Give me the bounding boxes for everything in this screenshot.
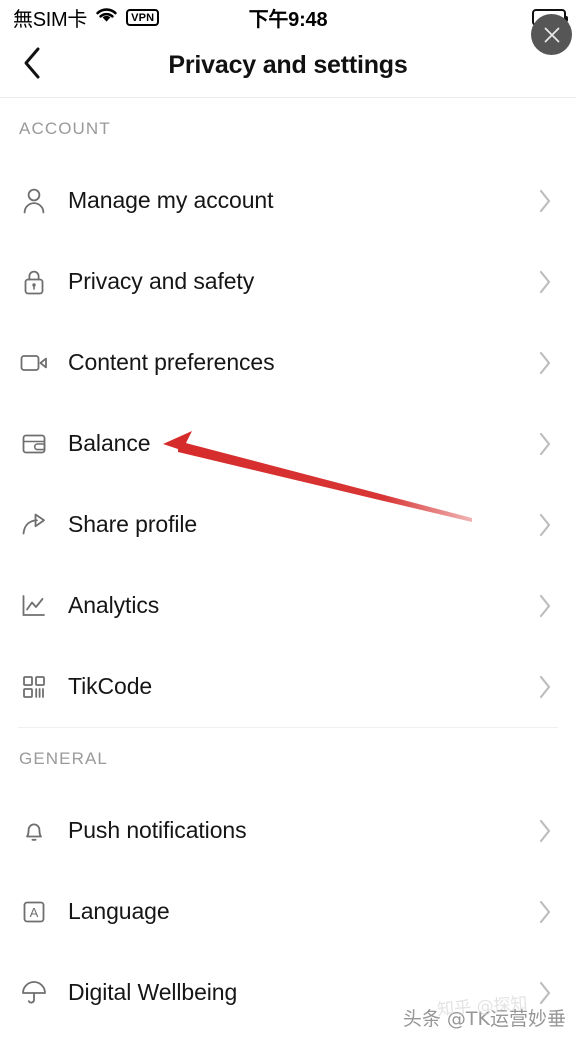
page-title: Privacy and settings: [168, 51, 408, 79]
chevron-right-icon: [536, 818, 554, 844]
chevron-right-icon: [536, 350, 554, 376]
list-item-label: Analytics: [68, 592, 160, 618]
list-item-label: Language: [68, 898, 170, 924]
line-chart-icon: [19, 591, 49, 621]
list-item-analytics[interactable]: Analytics: [0, 565, 576, 646]
section-header-account: ACCOUNT: [19, 119, 111, 138]
close-icon[interactable]: [531, 14, 572, 55]
chevron-right-icon: [536, 593, 554, 619]
chevron-right-icon: [536, 269, 554, 295]
list-item-privacy-and-safety[interactable]: Privacy and safety: [0, 241, 576, 322]
qr-code-icon: [19, 672, 49, 702]
list-item-push-notifications[interactable]: Push notifications: [0, 790, 576, 871]
list-item-label: Balance: [68, 430, 151, 456]
chevron-right-icon: [536, 980, 554, 1006]
lock-icon: [19, 267, 49, 297]
navigation-header: Privacy and settings: [0, 34, 576, 98]
chevron-right-icon: [536, 188, 554, 214]
list-item-label: Share profile: [68, 511, 198, 537]
chevron-right-icon: [536, 899, 554, 925]
list-item-balance[interactable]: Balance: [0, 403, 576, 484]
list-item-manage-my-account[interactable]: Manage my account: [0, 160, 576, 241]
list-item-content-preferences[interactable]: Content preferences: [0, 322, 576, 403]
list-item-share-profile[interactable]: Share profile: [0, 484, 576, 565]
share-arrow-icon: [19, 510, 49, 540]
watermark: 知乎 @探知 头条 @TK运营妙垂: [403, 994, 566, 1031]
settings-section-account: ACCOUNT Manage my account Privacy and sa…: [0, 98, 576, 727]
list-item-label: Content preferences: [68, 349, 275, 375]
back-button[interactable]: [8, 41, 58, 91]
svg-text:A: A: [30, 905, 39, 920]
chevron-right-icon: [536, 431, 554, 457]
section-header-general: GENERAL: [19, 749, 108, 768]
umbrella-icon: [19, 978, 49, 1008]
chevron-right-icon: [536, 512, 554, 538]
list-item-label: TikCode: [68, 673, 153, 699]
video-camera-icon: [19, 348, 49, 378]
settings-section-general: GENERAL Push notifications A Language Di…: [0, 728, 576, 1033]
list-item-language[interactable]: A Language: [0, 871, 576, 952]
status-bar-center: 下午9:48: [0, 0, 576, 34]
clock-label: 下午9:48: [248, 8, 328, 31]
list-item-tikcode[interactable]: TikCode: [0, 646, 576, 727]
list-item-label: Privacy and safety: [68, 268, 255, 294]
phone-screen: 無SIM卡 VPN 下午9:48 Privacy and settings AC…: [0, 0, 576, 1039]
list-item-label: Manage my account: [68, 187, 274, 213]
status-bar: 無SIM卡 VPN 下午9:48: [0, 0, 576, 34]
person-icon: [19, 186, 49, 216]
chevron-right-icon: [536, 674, 554, 700]
list-item-label: Push notifications: [68, 817, 247, 843]
letter-a-box-icon: A: [19, 897, 49, 927]
bell-icon: [19, 816, 49, 846]
wallet-icon: [19, 429, 49, 459]
chevron-left-icon: [21, 46, 45, 85]
